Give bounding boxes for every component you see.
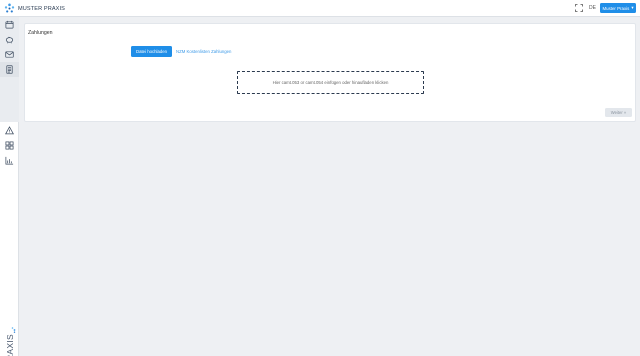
chart-icon — [5, 156, 14, 165]
language-selector[interactable]: DE — [589, 5, 596, 11]
nzm-cost-list-link[interactable]: NZM Kostenlisten Zahlungen — [176, 49, 231, 54]
top-bar: MUSTER PRAXIS DE Muster Praxis ▾ — [0, 0, 640, 17]
piggy-bank-icon — [5, 36, 14, 44]
chevron-down-icon: ▾ — [631, 5, 634, 10]
grid-icon — [5, 141, 14, 150]
user-menu-label: Muster Praxis — [602, 5, 630, 11]
app-name: MUSTER PRAXIS — [18, 5, 65, 12]
next-button[interactable]: Weiter » — [605, 108, 632, 117]
dropzone-text: Hier camt.053 or camt.054 einfügen oder … — [272, 80, 389, 85]
praxis-brand-logo: PRAXIS — [5, 327, 16, 356]
user-menu-button[interactable]: Muster Praxis ▾ — [600, 3, 636, 13]
sidebar-item-documents[interactable] — [0, 62, 19, 77]
sidebar-item-mail[interactable] — [0, 47, 19, 62]
chevron-double-right-icon: » — [623, 110, 627, 115]
file-dropzone[interactable]: Hier camt.053 or camt.054 einfügen oder … — [237, 71, 424, 94]
sidebar-item-dashboard[interactable] — [0, 138, 19, 153]
document-icon — [6, 65, 13, 74]
payments-card: Zahlungen Datei hochladen NZM Kostenlist… — [24, 23, 636, 122]
upload-file-button[interactable]: Datei hochladen — [131, 46, 172, 57]
sidebar-item-warnings[interactable] — [0, 123, 19, 138]
warning-icon — [5, 126, 14, 135]
next-button-label: Weiter — [610, 110, 623, 115]
sidebar-item-finance[interactable] — [0, 32, 19, 47]
calendar-icon — [5, 20, 14, 29]
svg-text:PRAXIS: PRAXIS — [5, 334, 15, 356]
mail-icon — [5, 51, 14, 58]
sidebar-item-statistics[interactable] — [0, 153, 19, 168]
sidebar-item-calendar[interactable] — [0, 17, 19, 32]
app-logo[interactable]: MUSTER PRAXIS — [4, 2, 65, 15]
sidebar: PRAXIS — [0, 17, 19, 356]
card-title: Zahlungen — [28, 30, 53, 36]
praxis-logo-icon — [4, 3, 15, 13]
fullscreen-icon[interactable] — [575, 4, 583, 12]
